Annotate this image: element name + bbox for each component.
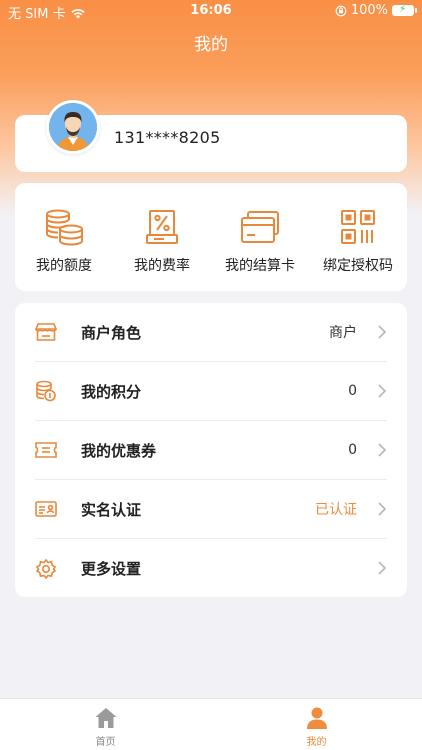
menu-item-more-settings[interactable]: 更多设置 [35, 539, 387, 598]
chevron-right-icon [378, 384, 387, 398]
tab-mine[interactable]: 我的 [211, 699, 422, 750]
rate-percent-icon [146, 210, 178, 244]
battery-icon: ⚡ [392, 4, 417, 16]
store-icon [35, 323, 57, 341]
status-bar: 无 SIM 卡 16:06 100% ⚡ [0, 0, 422, 22]
profile-card[interactable]: 131****8205 [15, 100, 407, 172]
menu-item-value: 商户 [329, 325, 357, 341]
quick-action-bind-auth-code[interactable]: 绑定授权码 [309, 183, 407, 291]
quick-action-label: 我的额度 [36, 258, 92, 274]
tab-label: 我的 [306, 737, 327, 748]
menu-item-label: 我的优惠券 [81, 441, 157, 460]
person-icon [306, 707, 327, 729]
quick-action-label: 绑定授权码 [323, 258, 393, 274]
quick-action-settlement-card[interactable]: 我的结算卡 [211, 183, 309, 291]
verification-status: 已认证 [315, 502, 357, 518]
chevron-right-icon [378, 325, 387, 339]
quick-action-label: 我的结算卡 [225, 258, 295, 274]
quick-action-label: 我的费率 [134, 258, 190, 274]
user-phone: 131****8205 [114, 128, 221, 147]
page-title: 我的 [194, 35, 228, 55]
id-card-icon [35, 501, 57, 517]
menu-list: 商户角色 商户 我的积分 0 我的优惠券 0 实名认证 已认证 更多设置 [15, 303, 407, 597]
chevron-right-icon [378, 443, 387, 457]
quick-actions-card: 我的额度 我的费率 我的结算卡 绑定授权码 [15, 183, 407, 291]
menu-item-points[interactable]: 我的积分 0 [35, 362, 387, 421]
tab-label: 首页 [95, 737, 116, 748]
settings-gear-icon [35, 558, 57, 579]
menu-item-coupons[interactable]: 我的优惠券 0 [35, 421, 387, 480]
chevron-right-icon [378, 561, 387, 575]
menu-item-value: 0 [348, 383, 357, 399]
battery-percent: 100% [350, 3, 388, 18]
menu-item-value: 0 [348, 442, 357, 458]
menu-item-label: 商户角色 [81, 323, 142, 342]
bank-card-icon [241, 211, 279, 243]
quick-action-rate[interactable]: 我的费率 [113, 183, 211, 291]
menu-item-label: 更多设置 [81, 560, 142, 578]
coupon-icon [35, 442, 57, 458]
menu-item-real-name-verification[interactable]: 实名认证 已认证 [35, 480, 387, 539]
qr-code-icon [341, 210, 375, 244]
tab-home[interactable]: 首页 [0, 699, 211, 750]
menu-item-label: 实名认证 [81, 500, 142, 519]
user-avatar-icon [49, 103, 97, 151]
avatar[interactable] [46, 100, 100, 154]
quick-action-quota[interactable]: 我的额度 [15, 183, 113, 291]
home-icon [95, 708, 116, 728]
tab-bar: 首页 我的 [0, 698, 422, 750]
chevron-right-icon [378, 502, 387, 516]
orientation-lock-icon [335, 5, 347, 16]
menu-item-merchant-role[interactable]: 商户角色 商户 [35, 303, 387, 362]
coins-stack-icon [46, 209, 83, 246]
points-icon [36, 380, 56, 402]
menu-item-label: 我的积分 [81, 382, 142, 401]
